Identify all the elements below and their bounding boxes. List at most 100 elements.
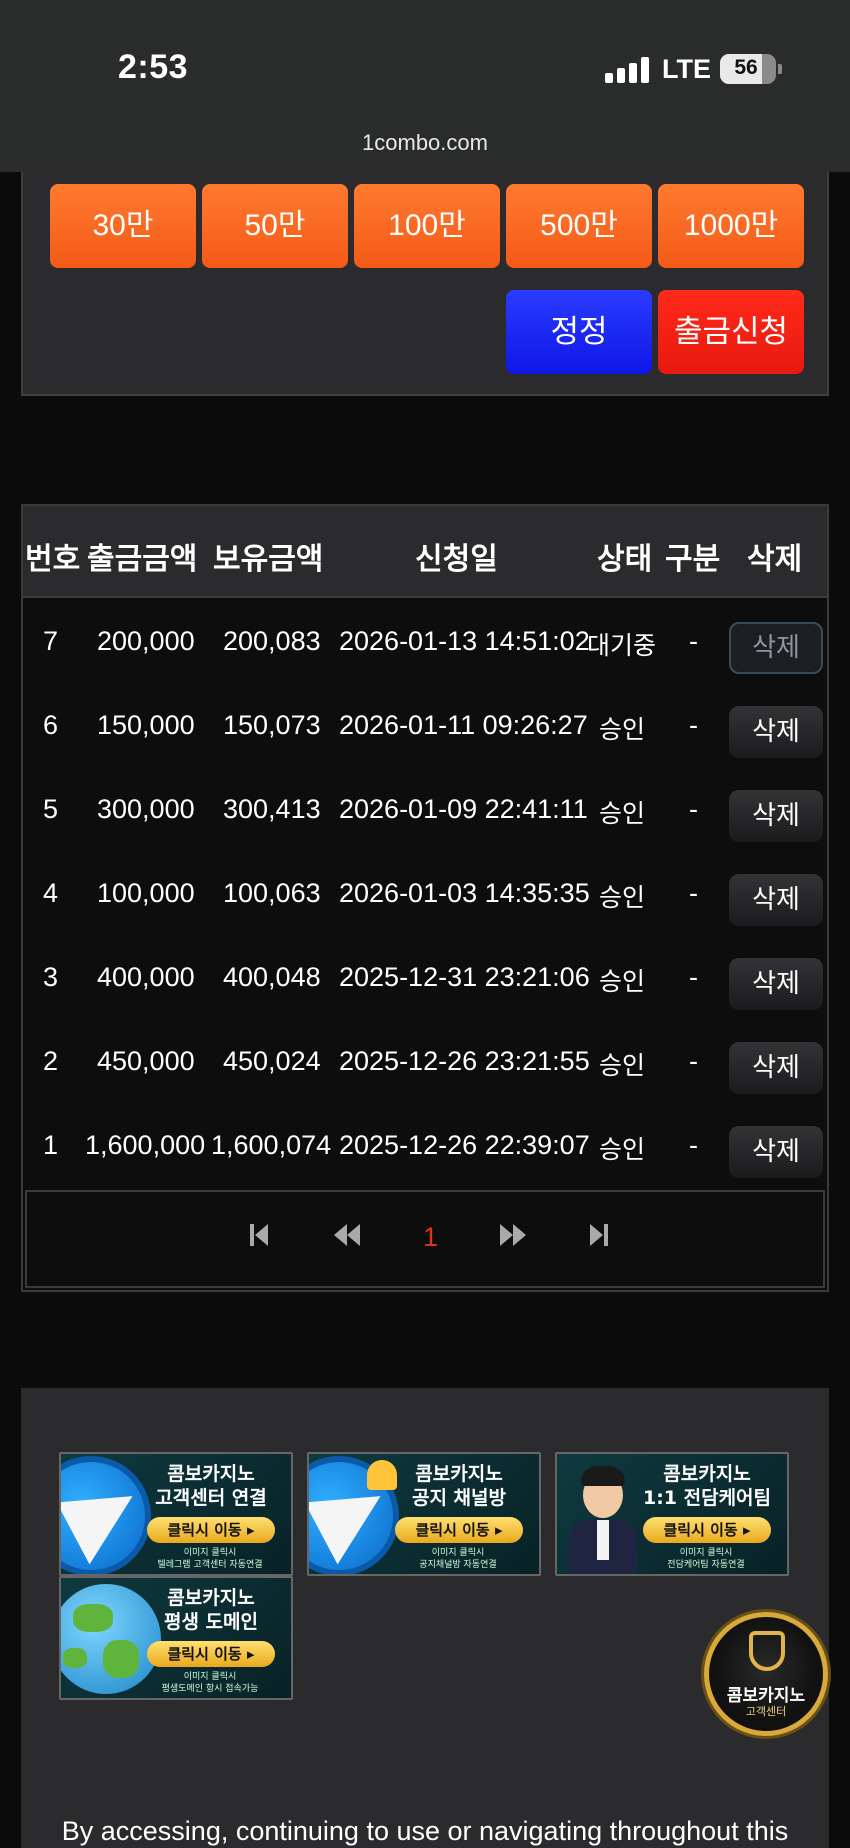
- banner-note-detail: 텔레그램 고객센터 자동연결: [157, 1560, 263, 1570]
- withdraw-request-button[interactable]: 출금신청: [658, 290, 804, 374]
- row-status: 승인: [599, 967, 646, 996]
- banner-note: 이미지 클릭시: [183, 1672, 237, 1682]
- row-amount: 1,600,000: [85, 1130, 206, 1160]
- row-no: 3: [43, 962, 59, 992]
- row-amount: 150,000: [97, 710, 195, 740]
- next-page-icon[interactable]: [499, 1222, 527, 1248]
- pagination: 1: [25, 1190, 825, 1288]
- banner-title: 콤보카지노: [167, 1587, 255, 1609]
- row-status: 대기중: [587, 631, 657, 660]
- banner-note-detail: 전담케어팀 자동연결: [667, 1560, 745, 1570]
- last-page-icon[interactable]: [589, 1222, 609, 1248]
- row-type: -: [689, 1130, 698, 1160]
- row-status: 승인: [599, 883, 646, 912]
- battery-icon: 56: [720, 54, 782, 84]
- delete-button[interactable]: 삭제: [729, 1042, 823, 1094]
- battery-level: 56: [734, 56, 758, 79]
- header-delete: 삭제: [747, 542, 803, 577]
- amount-30man-button[interactable]: 30만: [50, 184, 196, 268]
- delete-button[interactable]: 삭제: [729, 958, 823, 1010]
- network-label: LTE: [662, 54, 711, 84]
- row-balance: 200,083: [223, 626, 321, 656]
- customer-center-floating-button[interactable]: 콤보카지노 고객센터: [704, 1612, 828, 1736]
- header-status: 상태: [597, 542, 653, 577]
- row-balance: 150,073: [223, 710, 321, 740]
- table-header: 번호 출금금액 보유금액 신청일 상태 구분 삭제: [23, 506, 827, 598]
- amount-1000man-button[interactable]: 1000만: [658, 184, 804, 268]
- banner-care-team[interactable]: 콤보카지노 1:1 전담케어팀 클릭시 이동 ▸ 이미지 클릭시 전담케어팀 자동연…: [555, 1452, 789, 1576]
- row-type: -: [689, 794, 698, 824]
- footer-banner-panel: 콤보카지노 고객센터 연결 클릭시 이동 ▸ 이미지 클릭시 텔레그램 고객센터 자…: [21, 1388, 829, 1848]
- banner-title: 콤보카지노: [167, 1463, 255, 1485]
- table-row: 5 300,000 300,413 2026-01-09 22:41:11 승인…: [23, 772, 827, 856]
- row-amount: 100,000: [97, 878, 195, 908]
- banner-customer-center[interactable]: 콤보카지노 고객센터 연결 클릭시 이동 ▸ 이미지 클릭시텔레그램 고객센터 자…: [59, 1452, 293, 1576]
- banner-click-button[interactable]: 클릭시 이동 ▸: [395, 1517, 523, 1543]
- row-amount: 200,000: [97, 626, 195, 656]
- banner-title: 콤보카지노: [663, 1463, 751, 1485]
- row-no: 6: [43, 710, 59, 740]
- header-no: 번호: [25, 542, 81, 577]
- row-no: 1: [43, 1130, 59, 1160]
- banner-click-button[interactable]: 클릭시 이동 ▸: [147, 1517, 275, 1543]
- row-no: 2: [43, 1046, 59, 1076]
- delete-button[interactable]: 삭제: [729, 622, 823, 674]
- row-amount: 450,000: [97, 1046, 195, 1076]
- amount-500man-button[interactable]: 500만: [506, 184, 652, 268]
- address-bar-url[interactable]: 1combo.com: [0, 130, 850, 156]
- row-type: -: [689, 1046, 698, 1076]
- banner-click-button[interactable]: 클릭시 이동 ▸: [147, 1641, 275, 1667]
- row-type: -: [689, 626, 698, 656]
- delete-button[interactable]: 삭제: [729, 790, 823, 842]
- table-row: 7 200,000 200,083 2026-01-13 14:51:02 대기…: [23, 604, 827, 688]
- reset-button[interactable]: 정정: [506, 290, 652, 374]
- row-status: 승인: [599, 799, 646, 828]
- clock: 2:53: [118, 48, 189, 86]
- row-balance: 450,024: [223, 1046, 321, 1076]
- banner-subtitle: 공지 채널방: [411, 1487, 506, 1509]
- agent-avatar-icon: [565, 1464, 641, 1574]
- row-no: 7: [43, 626, 59, 656]
- signal-icon: [605, 57, 649, 83]
- row-balance: 100,063: [223, 878, 321, 908]
- row-date: 2025-12-26 23:21:55: [339, 1046, 590, 1076]
- table-row: 1 1,600,000 1,600,074 2025-12-26 22:39:0…: [23, 1108, 827, 1192]
- banner-note-detail: 평생도메인 항시 접속가능: [161, 1684, 259, 1694]
- banner-click-button[interactable]: 클릭시 이동 ▸: [643, 1517, 771, 1543]
- row-balance: 300,413: [223, 794, 321, 824]
- amount-50man-button[interactable]: 50만: [202, 184, 348, 268]
- header-date: 신청일: [415, 542, 498, 577]
- badge-subtitle: 고객센터: [745, 1705, 787, 1718]
- row-no: 5: [43, 794, 59, 824]
- row-date: 2025-12-31 23:21:06: [339, 962, 590, 992]
- banner-notice-channel[interactable]: 콤보카지노 공지 채널방 클릭시 이동 ▸ 이미지 클릭시 공지채널방 자동연결: [307, 1452, 541, 1576]
- row-date: 2026-01-11 09:26:27: [339, 710, 588, 740]
- browser-status-bar: 2:53 LTE 56 1combo.com: [0, 0, 850, 172]
- row-date: 2026-01-13 14:51:02: [339, 626, 590, 656]
- row-status: 승인: [599, 1135, 646, 1164]
- amount-100man-button[interactable]: 100만: [354, 184, 500, 268]
- banner-subtitle: 고객센터 연결: [155, 1487, 267, 1509]
- legal-notice: By accessing, continuing to use or navig…: [61, 1816, 789, 1846]
- banner-title: 콤보카지노: [415, 1463, 503, 1485]
- header-amount: 출금금액: [87, 542, 198, 577]
- first-page-icon[interactable]: [249, 1222, 269, 1248]
- row-date: 2026-01-03 14:35:35: [339, 878, 590, 908]
- row-amount: 400,000: [97, 962, 195, 992]
- header-balance: 보유금액: [213, 542, 324, 577]
- row-date: 2025-12-26 22:39:07: [339, 1130, 590, 1160]
- table-row: 4 100,000 100,063 2026-01-03 14:35:35 승인…: [23, 856, 827, 940]
- banner-permanent-domain[interactable]: 콤보카지노 평생 도메인 클릭시 이동 ▸ 이미지 클릭시 평생도메인 항시 접속가…: [59, 1576, 293, 1700]
- header-type: 구분: [665, 542, 721, 577]
- row-status: 승인: [599, 1051, 646, 1080]
- delete-button[interactable]: 삭제: [729, 706, 823, 758]
- shield-logo-icon: [749, 1631, 785, 1671]
- delete-button[interactable]: 삭제: [729, 1126, 823, 1178]
- table-row: 6 150,000 150,073 2026-01-11 09:26:27 승인…: [23, 688, 827, 772]
- prev-page-icon[interactable]: [333, 1222, 361, 1248]
- row-no: 4: [43, 878, 59, 908]
- current-page[interactable]: 1: [423, 1222, 438, 1253]
- row-status: 승인: [599, 715, 646, 744]
- delete-button[interactable]: 삭제: [729, 874, 823, 926]
- banner-note: 이미지 클릭시: [183, 1548, 237, 1558]
